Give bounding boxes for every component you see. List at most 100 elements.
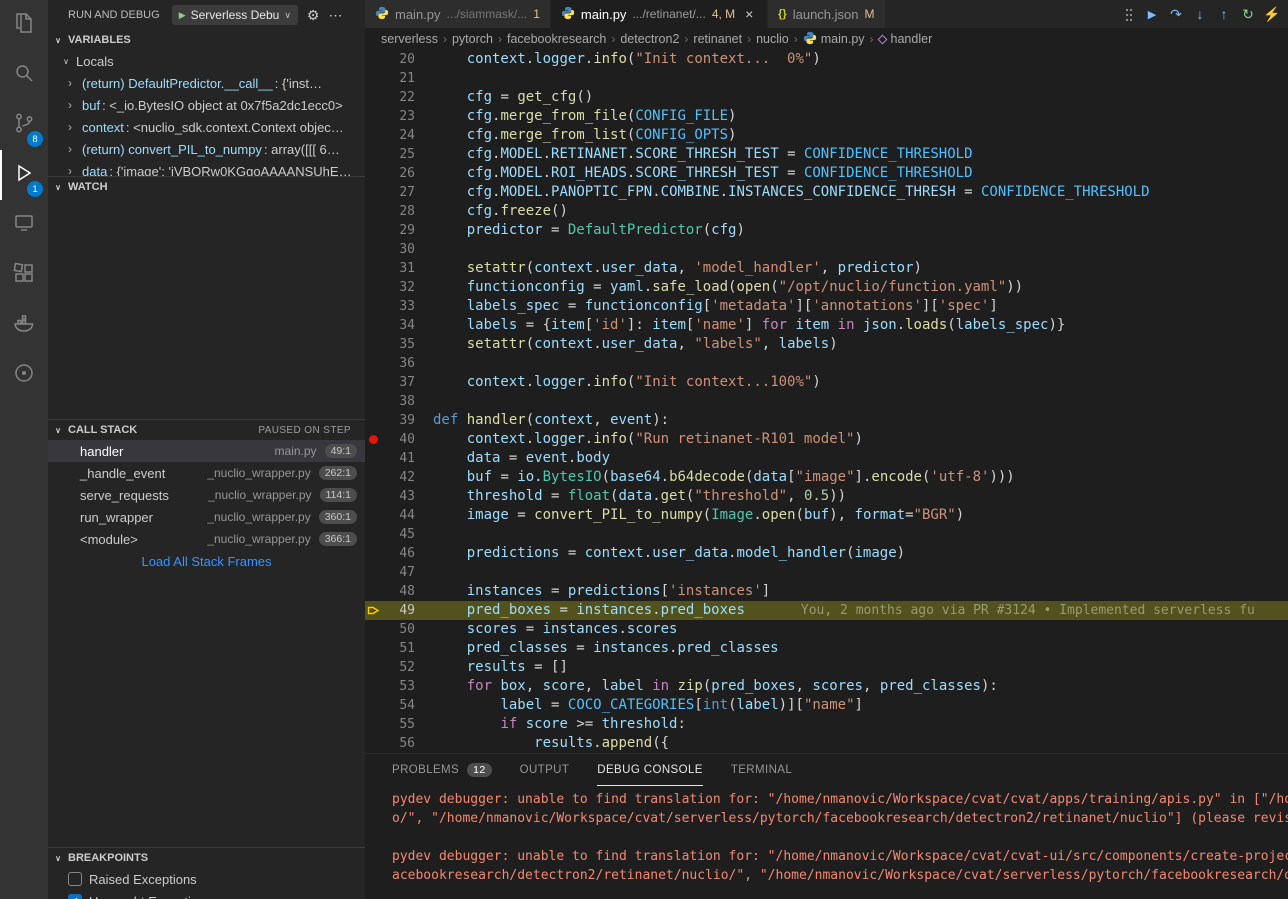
code-line-46[interactable]: 46 predictions = context.user_data.model… xyxy=(365,544,1288,563)
watch-section-header[interactable]: ∨ WATCH xyxy=(48,177,365,197)
panel-tab-debug-console[interactable]: DEBUG CONSOLE xyxy=(597,754,703,786)
activitybar-source-control[interactable]: 8 xyxy=(0,100,48,150)
call-stack-section-header[interactable]: ∨ CALL STACK PAUSED ON STEP xyxy=(48,420,365,440)
breakpoint-item[interactable]: ✓Uncaught Exceptions xyxy=(48,890,365,899)
gutter-glyph[interactable] xyxy=(365,563,383,582)
code-line-21[interactable]: 21 xyxy=(365,69,1288,88)
code-line-37[interactable]: 37 context.logger.info("Init context...1… xyxy=(365,373,1288,392)
code-line-34[interactable]: 34 labels = {item['id']: item['name'] fo… xyxy=(365,316,1288,335)
debug-config-dropdown[interactable]: ▶ Serverless Debu ∨ xyxy=(172,5,298,25)
gutter-glyph[interactable] xyxy=(365,278,383,297)
code-line-28[interactable]: 28 cfg.freeze() xyxy=(365,202,1288,221)
gutter-glyph[interactable] xyxy=(365,620,383,639)
breakpoint-item[interactable]: Raised Exceptions xyxy=(48,868,365,890)
gutter-glyph[interactable] xyxy=(365,411,383,430)
debug-step-into-button[interactable]: ↓ xyxy=(1188,2,1212,26)
variables-section-header[interactable]: ∨ VARIABLES xyxy=(48,30,365,50)
variable-row[interactable]: ›data: {'image': 'iVBORw0KGgoAAAANSUhE… xyxy=(48,160,365,176)
debug-restart-button[interactable]: ↻ xyxy=(1236,2,1260,26)
gutter-glyph[interactable] xyxy=(365,259,383,278)
gutter-glyph[interactable] xyxy=(365,449,383,468)
activitybar-search[interactable] xyxy=(0,50,48,100)
gutter-glyph[interactable] xyxy=(365,392,383,411)
editor-tab-launch.json[interactable]: {}launch.jsonM xyxy=(768,0,885,28)
gutter-glyph[interactable] xyxy=(365,126,383,145)
breakpoint-glyph[interactable] xyxy=(365,430,383,449)
debug-continue-button[interactable]: ▶ xyxy=(1140,2,1164,26)
gutter-glyph[interactable] xyxy=(365,164,383,183)
gutter-glyph[interactable] xyxy=(365,487,383,506)
start-debug-icon[interactable]: ▶ xyxy=(179,10,186,21)
code-line-49[interactable]: 49 pred_boxes = instances.pred_boxesYou,… xyxy=(365,601,1288,620)
editor-tab-main.py[interactable]: main.py.../retinanet/...4, M× xyxy=(551,0,768,28)
debug-step-over-button[interactable]: ↷ xyxy=(1164,2,1188,26)
gear-icon[interactable]: ⚙ xyxy=(307,7,320,24)
code-line-26[interactable]: 26 cfg.MODEL.ROI_HEADS.SCORE_THRESH_TEST… xyxy=(365,164,1288,183)
gutter-glyph[interactable] xyxy=(365,544,383,563)
code-editor[interactable]: 20 context.logger.info("Init context... … xyxy=(365,50,1288,753)
gutter-glyph[interactable] xyxy=(365,297,383,316)
gutter-glyph[interactable] xyxy=(365,734,383,753)
stack-frame[interactable]: _handle_event_nuclio_wrapper.py262:1 xyxy=(48,462,365,484)
gutter-glyph[interactable] xyxy=(365,525,383,544)
code-line-23[interactable]: 23 cfg.merge_from_file(CONFIG_FILE) xyxy=(365,107,1288,126)
debug-current-line-glyph[interactable] xyxy=(365,601,383,620)
code-line-20[interactable]: 20 context.logger.info("Init context... … xyxy=(365,50,1288,69)
gutter-glyph[interactable] xyxy=(365,658,383,677)
code-line-40[interactable]: 40 context.logger.info("Run retinanet-R1… xyxy=(365,430,1288,449)
close-icon[interactable]: × xyxy=(741,6,757,22)
code-line-52[interactable]: 52 results = [] xyxy=(365,658,1288,677)
code-line-48[interactable]: 48 instances = predictions['instances'] xyxy=(365,582,1288,601)
stack-frame[interactable]: handlermain.py49:1 xyxy=(48,440,365,462)
gutter-glyph[interactable] xyxy=(365,316,383,335)
variables-scope-locals[interactable]: ∨ Locals xyxy=(48,50,365,72)
variable-row[interactable]: ›context: <nuclio_sdk.context.Context ob… xyxy=(48,116,365,138)
checkbox[interactable] xyxy=(68,872,82,886)
gutter-glyph[interactable] xyxy=(365,107,383,126)
gutter-glyph[interactable] xyxy=(365,183,383,202)
gutter-glyph[interactable] xyxy=(365,715,383,734)
variable-row[interactable]: ›(return) convert_PIL_to_numpy: array([[… xyxy=(48,138,365,160)
code-line-54[interactable]: 54 label = COCO_CATEGORIES[int(label)]["… xyxy=(365,696,1288,715)
debug-disconnect-button[interactable]: ⚡ xyxy=(1260,2,1284,26)
load-all-stack-frames-link[interactable]: Load All Stack Frames xyxy=(48,550,365,571)
breadcrumb-item-nuclio[interactable]: nuclio xyxy=(756,32,789,46)
activitybar-extensions[interactable] xyxy=(0,250,48,300)
variable-row[interactable]: ›buf: <_io.BytesIO object at 0x7f5a2dc1e… xyxy=(48,94,365,116)
gutter-glyph[interactable] xyxy=(365,88,383,107)
code-line-53[interactable]: 53 for box, score, label in zip(pred_box… xyxy=(365,677,1288,696)
stack-frame[interactable]: run_wrapper_nuclio_wrapper.py360:1 xyxy=(48,506,365,528)
code-line-33[interactable]: 33 labels_spec = functionconfig['metadat… xyxy=(365,297,1288,316)
code-line-30[interactable]: 30 xyxy=(365,240,1288,259)
breakpoints-section-header[interactable]: ∨ BREAKPOINTS xyxy=(48,848,365,868)
code-line-24[interactable]: 24 cfg.merge_from_list(CONFIG_OPTS) xyxy=(365,126,1288,145)
code-line-31[interactable]: 31 setattr(context.user_data, 'model_han… xyxy=(365,259,1288,278)
code-line-35[interactable]: 35 setattr(context.user_data, "labels", … xyxy=(365,335,1288,354)
gutter-glyph[interactable] xyxy=(365,202,383,221)
code-line-55[interactable]: 55 if score >= threshold: xyxy=(365,715,1288,734)
code-line-25[interactable]: 25 cfg.MODEL.RETINANET.SCORE_THRESH_TEST… xyxy=(365,145,1288,164)
gutter-glyph[interactable] xyxy=(365,221,383,240)
activitybar-run-and-debug[interactable]: 1 xyxy=(0,150,48,200)
gutter-glyph[interactable] xyxy=(365,373,383,392)
gutter-glyph[interactable] xyxy=(365,582,383,601)
code-line-42[interactable]: 42 buf = io.BytesIO(base64.b64decode(dat… xyxy=(365,468,1288,487)
gutter-glyph[interactable] xyxy=(365,506,383,525)
gutter-glyph[interactable] xyxy=(365,354,383,373)
breadcrumb-item-handler[interactable]: handler xyxy=(879,32,933,46)
debug-console-output[interactable]: pydev debugger: unable to find translati… xyxy=(365,786,1288,885)
code-line-44[interactable]: 44 image = convert_PIL_to_numpy(Image.op… xyxy=(365,506,1288,525)
activitybar-remote-explorer[interactable] xyxy=(0,200,48,250)
gutter-glyph[interactable] xyxy=(365,696,383,715)
code-line-50[interactable]: 50 scores = instances.scores xyxy=(365,620,1288,639)
gutter-glyph[interactable] xyxy=(365,639,383,658)
debug-step-out-button[interactable]: ↑ xyxy=(1212,2,1236,26)
gutter-glyph[interactable] xyxy=(365,240,383,259)
gutter-glyph[interactable] xyxy=(365,677,383,696)
panel-tab-terminal[interactable]: TERMINAL xyxy=(731,754,792,786)
code-line-22[interactable]: 22 cfg = get_cfg() xyxy=(365,88,1288,107)
checkbox[interactable]: ✓ xyxy=(68,894,82,899)
editor-tab-main.py[interactable]: main.py.../siammask/...1 xyxy=(365,0,551,28)
code-line-38[interactable]: 38 xyxy=(365,392,1288,411)
panel-tab-output[interactable]: OUTPUT xyxy=(520,754,570,786)
